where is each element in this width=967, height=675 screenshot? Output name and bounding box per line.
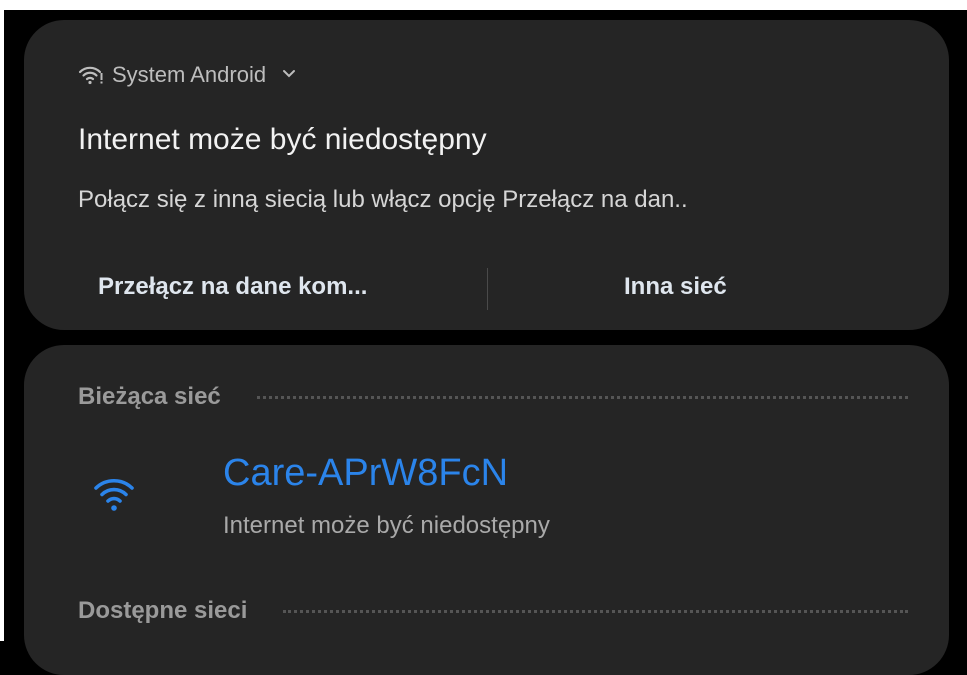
notification-card[interactable]: System Android Internet może być niedost…: [24, 20, 949, 330]
switch-to-mobile-data-button[interactable]: Przełącz na dane kom...: [98, 262, 367, 312]
current-network-name: Care-APrW8FcN: [223, 452, 509, 494]
chevron-down-icon[interactable]: [282, 66, 296, 84]
current-network-section-header: Bieżąca sieć: [78, 383, 908, 411]
notification-body: Połącz się z inną siecią lub włącz opcję…: [78, 186, 688, 213]
notification-header[interactable]: System Android: [78, 62, 296, 88]
action-divider: [487, 268, 488, 310]
notification-app-name: System Android: [112, 62, 267, 87]
top-edge: [0, 0, 967, 10]
current-network-row[interactable]: Care-APrW8FcN Internet może być niedostę…: [24, 440, 949, 550]
left-edge: [0, 0, 4, 641]
available-networks-section-header: Dostępne sieci: [78, 597, 908, 625]
notification-title: Internet może być niedostępny: [78, 123, 487, 156]
available-networks-label: Dostępne sieci: [78, 597, 248, 624]
notification-actions: Przełącz na dane kom... Inna sieć: [24, 262, 949, 312]
other-network-button[interactable]: Inna sieć: [624, 262, 727, 312]
current-network-label: Bieżąca sieć: [78, 383, 221, 410]
section-divider: [283, 609, 908, 613]
section-divider: [256, 395, 908, 399]
wifi-panel: Bieżąca sieć Care-APrW8FcN Internet może…: [24, 345, 949, 675]
wifi-warning-icon: [78, 64, 104, 86]
wifi-icon: [92, 472, 136, 516]
current-network-status: Internet może być niedostępny: [223, 512, 550, 539]
